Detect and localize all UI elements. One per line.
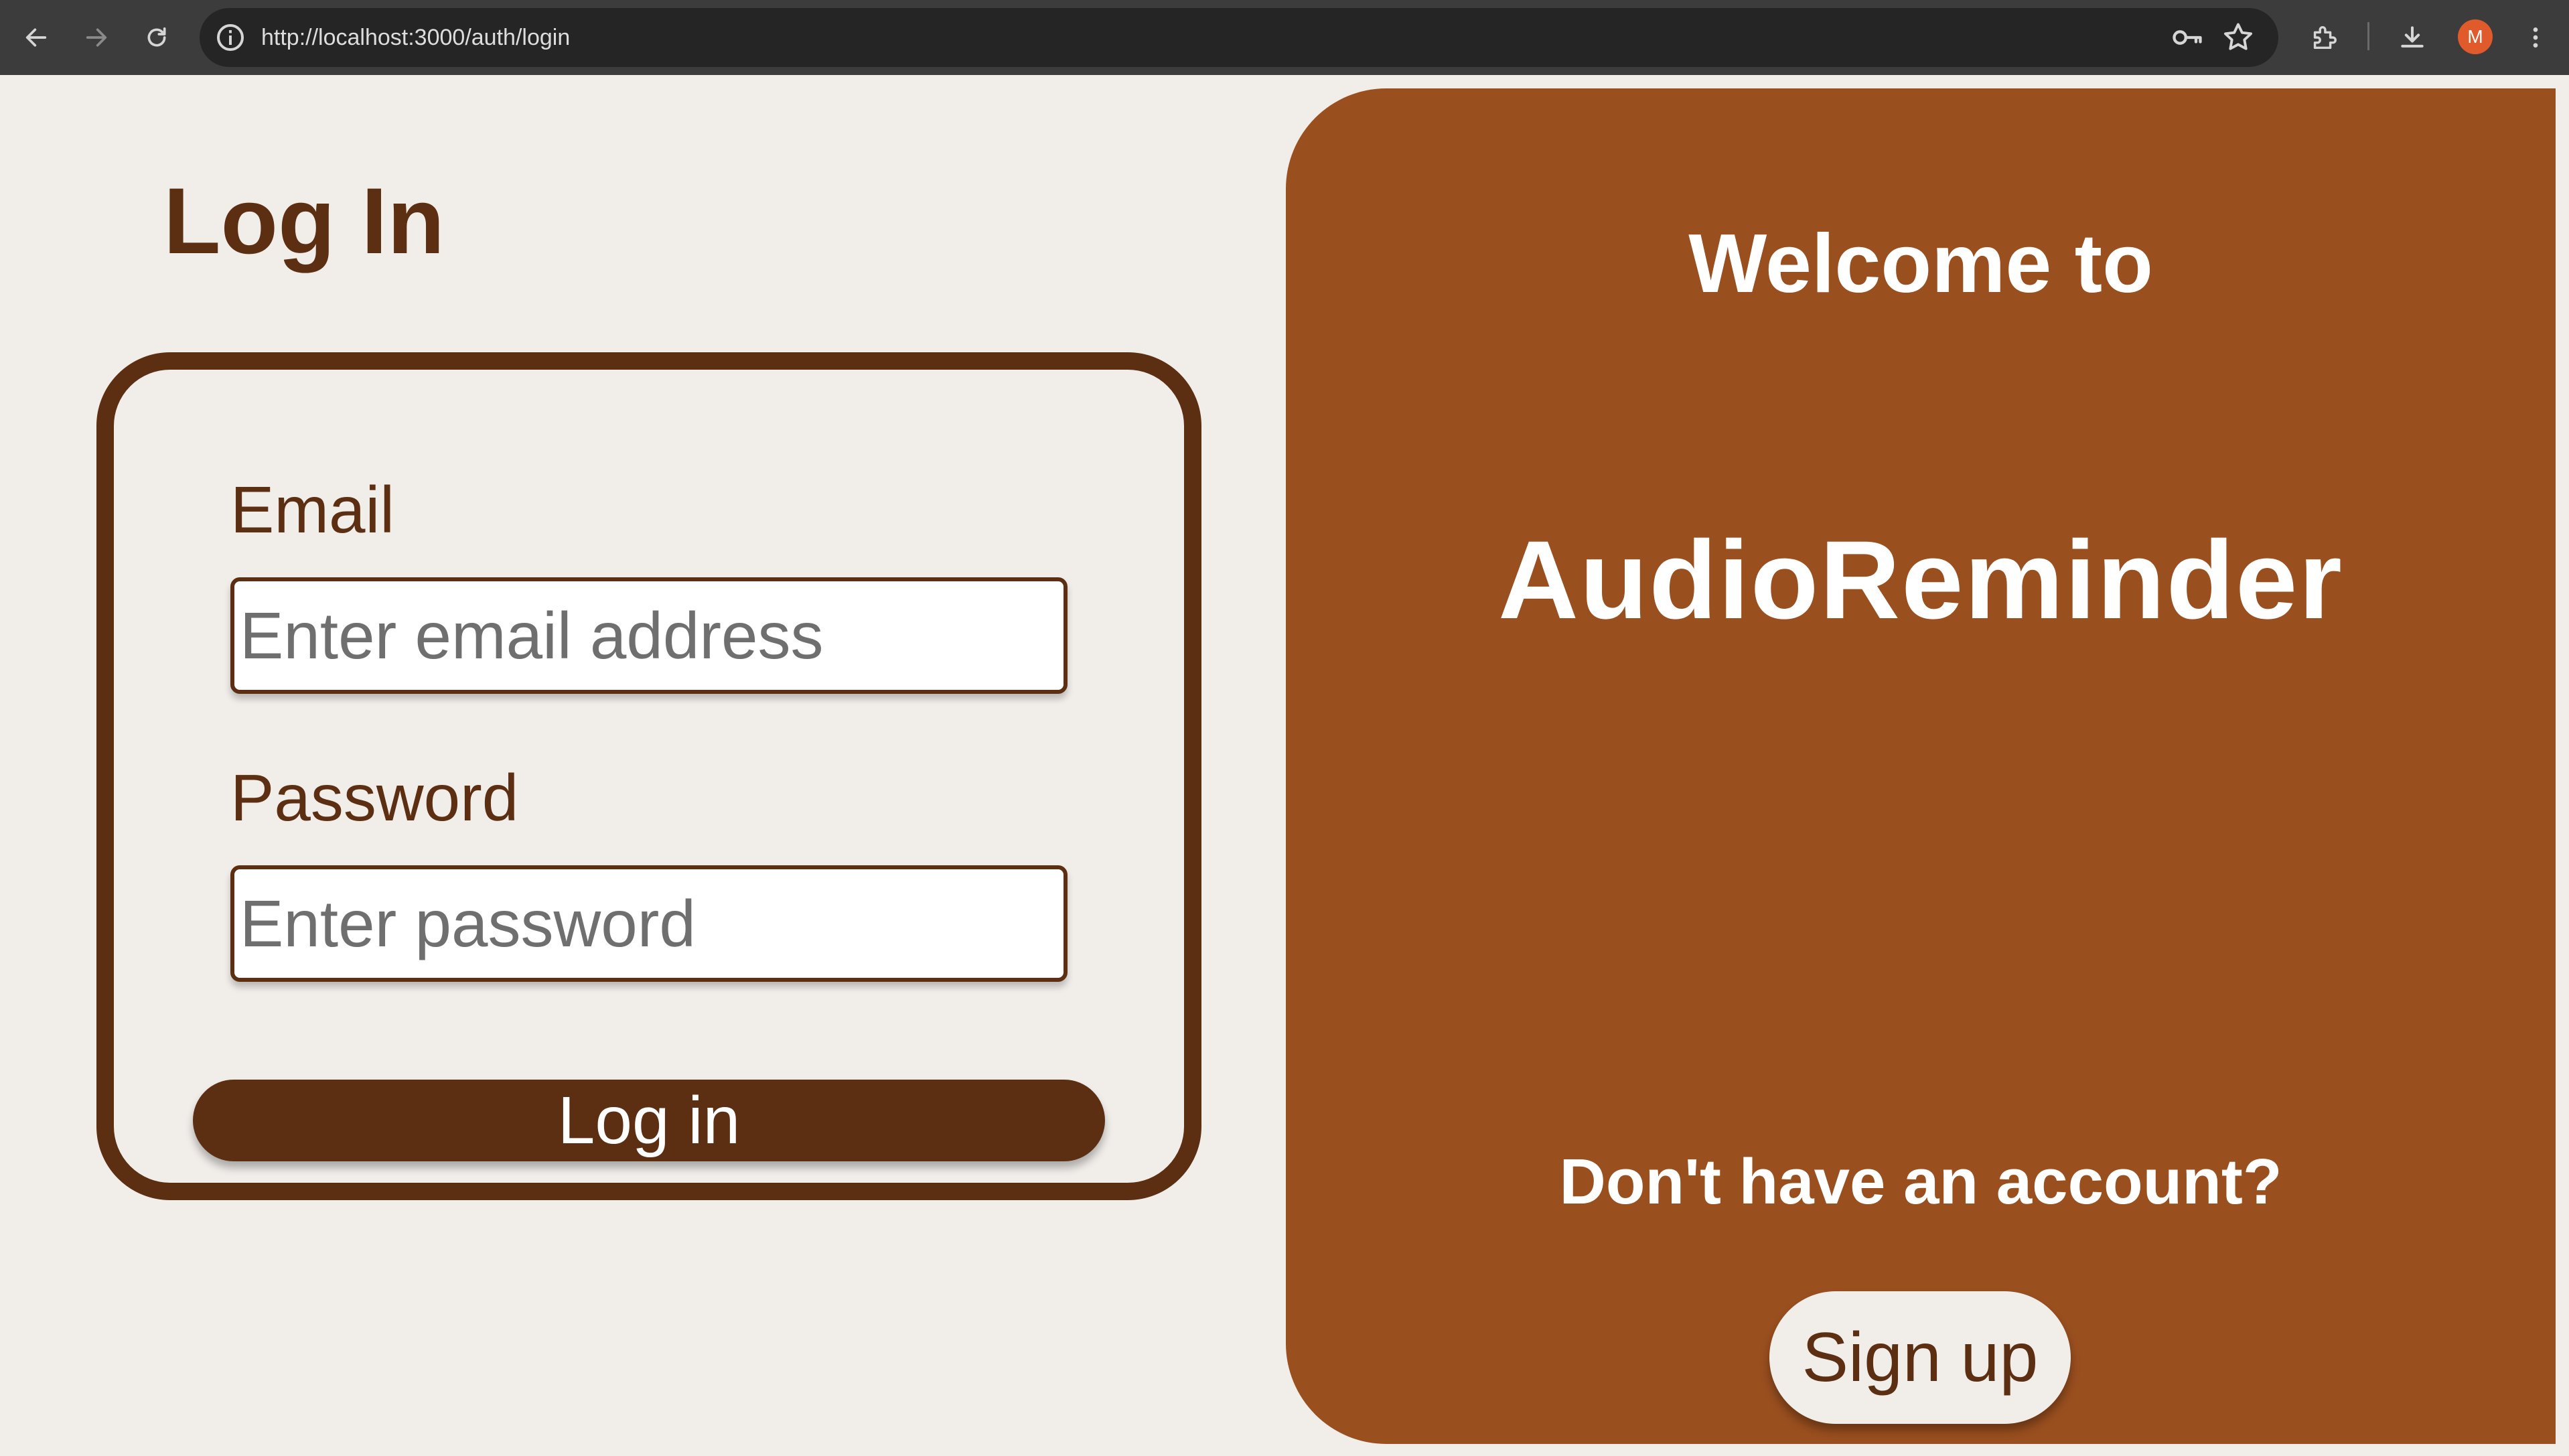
- signup-prompt: Don't have an account?: [1559, 1146, 2282, 1218]
- login-button[interactable]: Log in: [193, 1080, 1105, 1161]
- browser-toolbar: http://localhost:3000/auth/login M: [0, 0, 2569, 75]
- extensions-button[interactable]: [2301, 15, 2347, 60]
- email-label: Email: [230, 473, 395, 547]
- welcome-panel: Welcome to AudioReminder Don't have an a…: [1286, 88, 2556, 1444]
- back-button[interactable]: [13, 15, 59, 60]
- more-menu-icon: [2533, 27, 2538, 48]
- signup-button[interactable]: Sign up: [1769, 1291, 2071, 1424]
- more-menu-button[interactable]: [2513, 15, 2558, 60]
- password-input[interactable]: [230, 865, 1068, 982]
- app-name: AudioReminder: [1498, 518, 2343, 642]
- reload-icon: [147, 27, 166, 47]
- downloads-button[interactable]: [2390, 15, 2435, 60]
- extensions-icon: [2313, 25, 2337, 50]
- welcome-heading: Welcome to: [1688, 218, 2153, 310]
- reload-button[interactable]: [134, 15, 179, 60]
- forward-arrow-icon: [86, 28, 107, 47]
- back-arrow-icon: [25, 28, 47, 47]
- page-title: Log In: [163, 168, 445, 273]
- password-key-icon[interactable]: [2170, 20, 2205, 55]
- toolbar-divider: [2367, 22, 2369, 50]
- bookmark-star-icon[interactable]: [2221, 20, 2256, 55]
- profile-avatar[interactable]: M: [2458, 19, 2493, 54]
- forward-button[interactable]: [74, 15, 119, 60]
- password-label: Password: [230, 761, 519, 834]
- address-bar[interactable]: http://localhost:3000/auth/login: [200, 8, 2278, 67]
- site-info-icon[interactable]: [214, 21, 246, 54]
- url-text[interactable]: http://localhost:3000/auth/login: [261, 8, 570, 67]
- email-input[interactable]: [230, 577, 1068, 694]
- download-icon: [2401, 26, 2424, 48]
